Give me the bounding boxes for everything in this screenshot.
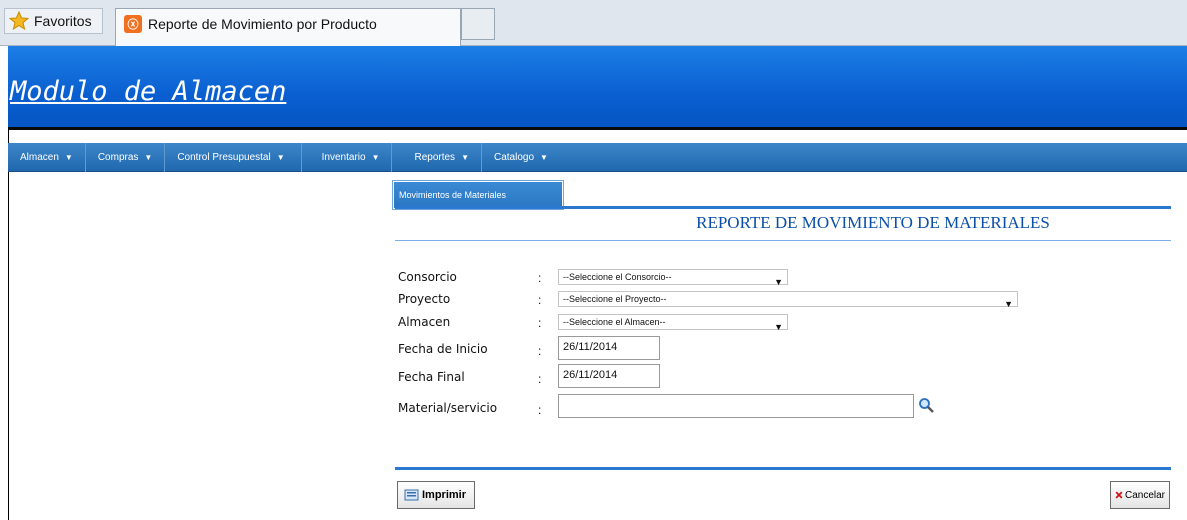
chevron-down-icon: ▼ [461,152,469,162]
close-icon [1115,491,1123,499]
printer-icon [404,489,419,501]
field-colon: : [538,293,542,307]
cancel-button[interactable]: Cancelar [1110,481,1170,509]
field-colon: : [538,316,542,330]
main-menu-bar: Almacen ▼ Compras ▼ Control Presupuestal… [8,142,1187,172]
consorcio-value: --Seleccione el Consorcio-- [563,272,672,282]
consorcio-select[interactable]: --Seleccione el Consorcio-- ▼ [558,269,788,287]
print-button[interactable]: Imprimir [397,481,475,509]
menu-item-reportes[interactable]: Reportes ▼ [392,142,482,172]
menu-item-label: Reportes [414,151,456,163]
proyecto-value: --Seleccione el Proyecto-- [563,294,667,304]
menu-item-label: Compras [97,151,139,163]
menu-item-label: Inventario [321,151,366,163]
cancel-label: Cancelar [1124,489,1165,501]
tab-title: Reporte de Movimiento por Producto [148,15,377,32]
proyecto-select[interactable]: --Seleccione el Proyecto-- ▼ [558,291,1018,309]
new-tab-button[interactable] [461,8,495,40]
fecha-inicio-field[interactable]: 26/11/2014 [558,336,660,360]
chevron-down-icon: ▼ [371,152,380,162]
favorites-button[interactable]: Favoritos [4,8,103,34]
field-colon: : [538,403,542,417]
browser-tab-bar: Favoritos ⓧ Reporte de Movimiento por Pr… [0,0,1187,46]
title-underline [395,240,1171,241]
menu-item-almacen[interactable]: Almacen ▼ [8,142,86,172]
chevron-down-icon: ▼ [144,152,153,162]
material-label: Material/servicio [398,401,498,415]
chevron-down-icon: ▼ [276,152,285,162]
search-icon[interactable] [918,397,934,413]
menu-item-inventario[interactable]: Inventario ▼ [302,142,393,172]
panel-bottom-divider [395,467,1171,470]
field-colon: : [538,344,542,358]
menu-item-control-presupuestal[interactable]: Control Presupuestal ▼ [165,142,302,172]
app-header: Modulo de Almacen [8,46,1187,130]
report-title: REPORTE DE MOVIMIENTO DE MATERIALES [696,213,1050,232]
chevron-down-icon: ▼ [540,152,548,162]
page-favicon-icon: ⓧ [124,14,142,33]
chevron-down-icon: ▼ [1004,299,1013,309]
almacen-select[interactable]: --Seleccione el Almacen-- ▼ [558,314,788,332]
menu-item-catalogo[interactable]: Catalogo ▼ [482,143,560,172]
chevron-down-icon: ▼ [774,322,783,332]
proyecto-label: Proyecto [398,292,451,306]
menu-item-compras[interactable]: Compras ▼ [86,142,166,172]
fecha-final-label: Fecha Final [398,370,465,384]
browser-tab-active[interactable]: ⓧ Reporte de Movimiento por Producto [115,8,461,46]
dropdown-item-movimientos[interactable]: Movimientos de Materiales [392,180,564,210]
print-label: Imprimir [422,489,467,501]
almacen-value: --Seleccione el Almacen-- [563,317,666,327]
field-colon: : [538,271,542,285]
menu-item-label: Control Presupuestal [177,151,271,163]
material-input[interactable] [558,394,914,418]
panel-top-divider [395,206,1171,209]
favorites-label: Favoritos [34,13,92,29]
star-icon [9,11,29,31]
almacen-label: Almacen [398,315,451,329]
app-title: Modulo de Almacen [10,76,287,107]
field-colon: : [538,372,542,386]
consorcio-label: Consorcio [398,270,457,284]
chevron-down-icon: ▼ [774,277,783,287]
menu-item-label: Catalogo [493,151,535,163]
menu-item-label: Almacen [20,151,59,163]
fecha-inicio-label: Fecha de Inicio [398,342,488,356]
chevron-down-icon: ▼ [64,152,73,162]
fecha-final-field[interactable]: 26/11/2014 [558,364,660,388]
